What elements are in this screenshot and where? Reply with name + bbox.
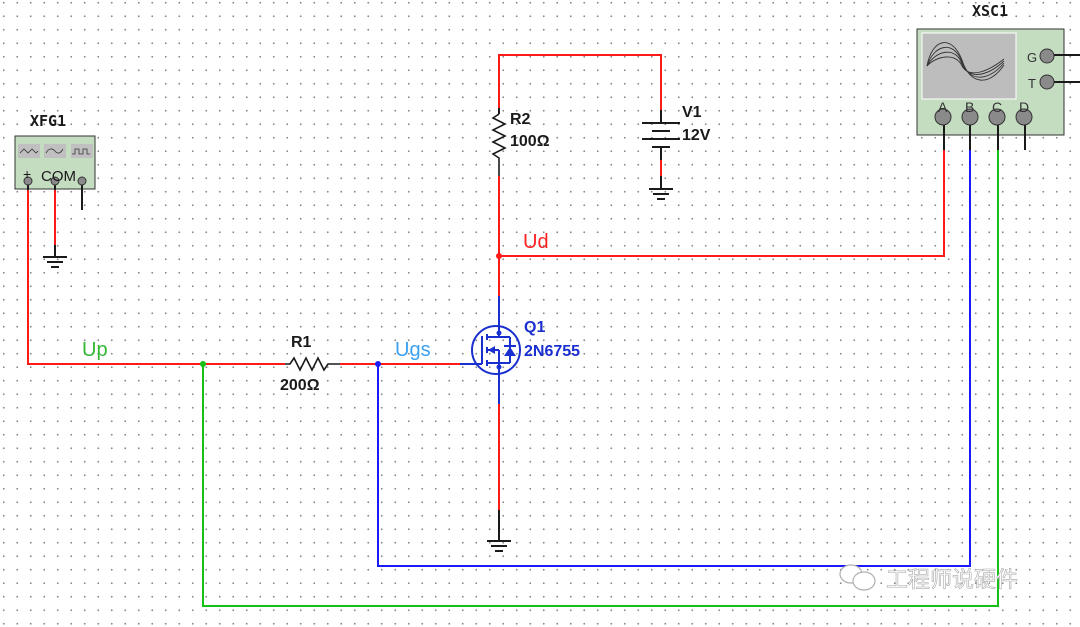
scope-t-label: T	[1028, 76, 1036, 91]
wire-up-scope-c[interactable]	[202, 150, 999, 607]
scope-g-label: G	[1027, 50, 1037, 65]
scope-channel-d-label: D	[1019, 99, 1029, 115]
battery-v1[interactable]	[642, 110, 680, 160]
r1-value-label: 200Ω	[280, 377, 320, 394]
body-diode-icon	[504, 347, 516, 356]
wire-ud-scope-a[interactable]	[499, 150, 945, 257]
xsc1-label: XSC1	[972, 2, 1008, 20]
scope-channel-b-label: B	[965, 99, 974, 115]
scope-channel-c-label: C	[992, 99, 1002, 115]
r1-ref-label: R1	[291, 334, 312, 351]
watermark-text: 工程师说硬件	[886, 567, 1018, 592]
ground-xfg1	[43, 245, 67, 268]
mosfet-arrow-icon	[488, 346, 495, 354]
wechat-icon	[839, 564, 876, 591]
xfg1-minus-terminal[interactable]	[77, 176, 87, 186]
resistor-r2[interactable]	[491, 108, 507, 176]
wire-vcc-loop[interactable]	[498, 54, 662, 114]
net-label-ugs: Ugs	[395, 339, 431, 361]
junction-ud	[496, 253, 502, 259]
ground-source	[487, 510, 511, 552]
ground-v1	[649, 176, 673, 200]
q1-model-label: 2N6755	[524, 343, 580, 360]
junction-ugs	[375, 361, 381, 367]
resistor-r1[interactable]	[285, 356, 340, 372]
v1-ref-label: V1	[682, 104, 702, 121]
r2-value-label: 100Ω	[510, 133, 550, 150]
net-label-up: Up	[82, 339, 108, 361]
square-wave-button[interactable]	[71, 144, 93, 158]
r2-ref-label: R2	[510, 111, 531, 128]
xfg1-label: XFG1	[30, 112, 66, 130]
net-label-ud: Ud	[523, 231, 549, 253]
oscilloscope-xsc1[interactable]	[916, 28, 1080, 150]
wire-up[interactable]	[27, 190, 285, 365]
source-node	[496, 364, 502, 370]
scope-t-terminal[interactable]	[1039, 74, 1055, 90]
junction-up	[200, 361, 206, 367]
schematic: XFG1 + COM R2 100Ω V1 12V R1 200Ω Q1 2N6…	[14, 2, 1080, 607]
xfg1-com-label: COM	[41, 168, 76, 185]
scope-channel-a-label: A	[938, 99, 948, 115]
xfg1-plus-label: +	[23, 166, 31, 182]
scope-g-terminal[interactable]	[1039, 48, 1055, 64]
v1-value-label: 12V	[682, 127, 711, 144]
drain-node	[496, 330, 502, 336]
wire-ugs-scope-b[interactable]	[377, 150, 971, 567]
triangle-wave-button[interactable]	[18, 144, 40, 158]
q1-ref-label: Q1	[524, 319, 545, 336]
